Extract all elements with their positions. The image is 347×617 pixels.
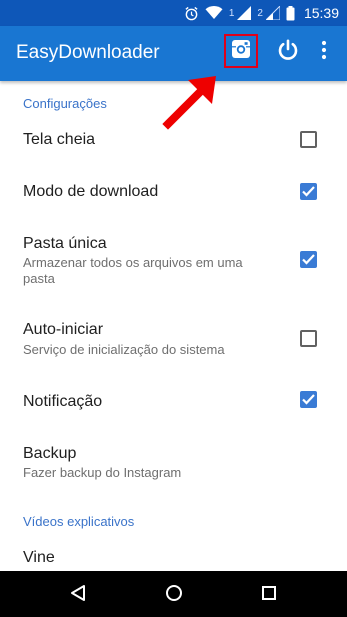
status-icons: 1 2 15:39 [184,0,339,26]
wifi-icon [205,6,223,20]
recents-icon [261,585,277,606]
recents-button[interactable] [257,583,281,607]
alarm-icon [184,6,199,21]
setting-title: Notificação [23,393,103,410]
checkbox-notificacao[interactable] [300,391,317,408]
signal-icon [265,6,280,20]
back-button[interactable] [66,583,90,607]
setting-row-backup[interactable]: Backup Fazer backup do Instagram [0,427,347,497]
signal-icon [237,6,252,20]
setting-subtitle: Serviço de inicialização do sistema [23,342,225,357]
settings-list[interactable]: Configurações Tela cheia Modo de downloa… [0,81,347,571]
setting-subtitle: Armazenar todos os arquivos em uma pasta [23,255,243,286]
checkbox-modo-download[interactable] [300,183,317,200]
system-nav-bar [0,571,347,617]
video-row-vine[interactable]: Vine [0,535,347,571]
checkbox-tela-cheia[interactable] [300,131,317,148]
more-vert-icon [321,40,327,65]
sim2-label: 2 [257,7,263,19]
battery-icon [286,5,295,21]
setting-title: Auto-iniciar [23,321,104,338]
checkbox-pasta-unica[interactable] [300,251,317,268]
status-time: 15:39 [303,5,339,21]
home-button[interactable] [162,583,186,607]
app-title: EasyDownloader [16,42,160,63]
sim1-label: 1 [228,7,235,19]
section-header-videos: Vídeos explicativos [23,514,135,529]
power-icon [277,39,299,66]
section-header-configuracoes: Configurações [23,96,107,111]
setting-row-pasta-unica[interactable]: Pasta única Armazenar todos os arquivos … [0,217,347,295]
setting-title: Modo de download [23,183,159,200]
setting-title: Pasta única [23,235,107,252]
setting-subtitle: Fazer backup do Instagram [23,465,182,480]
overflow-menu-button[interactable] [306,34,342,70]
checkbox-auto-iniciar[interactable] [300,330,317,347]
power-button[interactable] [270,34,306,70]
video-title: Vine [23,549,55,566]
instagram-button[interactable] [224,34,258,68]
setting-row-auto-iniciar[interactable]: Auto-iniciar Serviço de inicialização do… [0,295,347,365]
home-icon [165,584,183,607]
setting-title: Tela cheia [23,131,96,148]
setting-row-notificacao[interactable]: Notificação [0,365,347,427]
status-bar: 1 2 15:39 [0,0,347,26]
annotation-arrow-icon [162,76,216,130]
instagram-icon [231,39,251,64]
back-icon [69,584,87,607]
setting-title: Backup [23,445,77,462]
setting-row-modo-download[interactable]: Modo de download [0,165,347,217]
